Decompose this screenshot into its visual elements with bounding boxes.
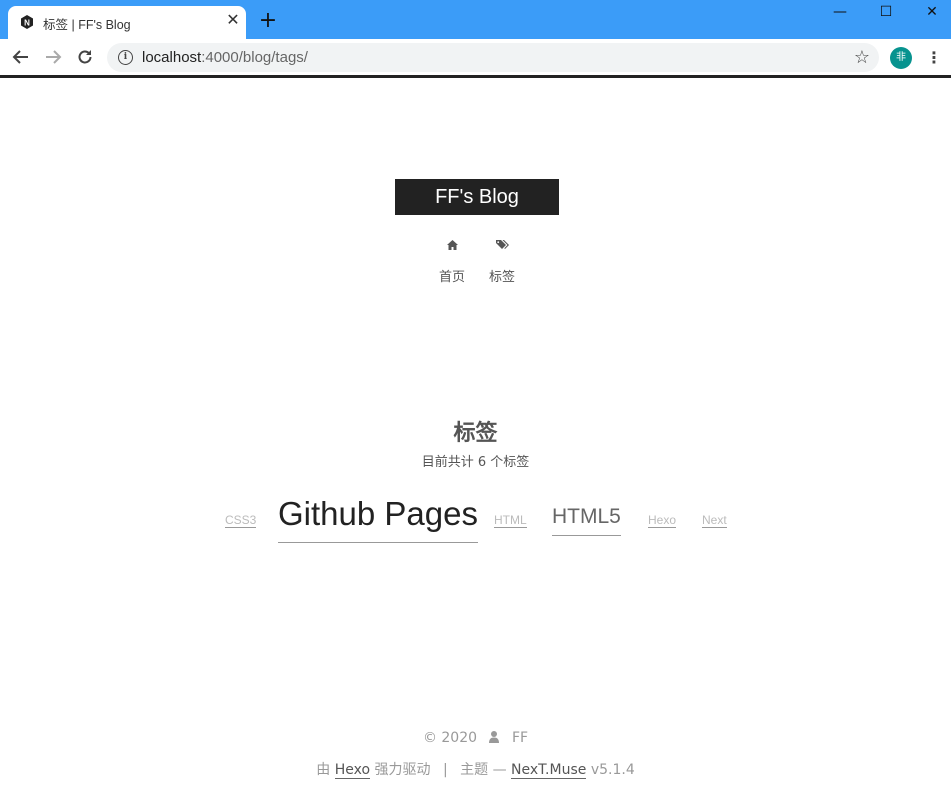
home-icon: [437, 240, 467, 256]
tag-count: 目前共计 6 个标签: [421, 455, 530, 470]
menu-item-label: 首页: [438, 270, 465, 285]
tag-link-html5[interactable]: HTML5: [552, 505, 621, 536]
author-name: FF: [511, 730, 529, 746]
menu-item-home[interactable]: 首页: [437, 240, 467, 285]
back-arrow-icon[interactable]: [9, 46, 33, 68]
user-icon: [489, 731, 500, 743]
browser-toolbar: i localhost:4000/blog/tags/ ☆ 非 ⋮: [0, 39, 951, 75]
powered-suffix: 强力驱动: [374, 762, 431, 778]
theme-prefix: 主题 —: [460, 762, 507, 778]
menu-item-label: 标签: [488, 270, 515, 285]
forward-arrow-icon[interactable]: [41, 46, 65, 68]
page-title: 标签: [453, 421, 498, 446]
powered-prefix: 由: [316, 762, 331, 778]
tag-link-css3[interactable]: CSS3: [225, 513, 257, 528]
tab-close-icon[interactable]: ✕: [224, 11, 242, 29]
site-brand[interactable]: FF's Blog: [395, 179, 559, 215]
theme-link[interactable]: NexT.Muse: [511, 762, 587, 779]
browser-menu-icon[interactable]: ⋮: [924, 47, 944, 69]
bookmark-star-icon[interactable]: ☆: [854, 47, 870, 68]
minimize-button[interactable]: —: [817, 0, 863, 24]
tag-link-next[interactable]: Next: [702, 513, 727, 528]
footer-separator: |: [442, 762, 448, 778]
theme-version: v5.1.4: [590, 762, 635, 778]
tag-link-hexo[interactable]: Hexo: [648, 513, 677, 528]
header-top-line: [0, 75, 951, 78]
next-favicon-icon: N: [21, 15, 33, 29]
address-bar[interactable]: i localhost:4000/blog/tags/ ☆: [107, 43, 879, 72]
reload-icon[interactable]: [73, 46, 97, 68]
tag-link-github-pages[interactable]: Github Pages: [278, 494, 478, 543]
maximize-button[interactable]: ☐: [863, 0, 909, 24]
footer-powered: 由 Hexo 强力驱动 | 主题 — NexT.Muse v5.1.4: [0, 759, 951, 779]
browser-tab[interactable]: N 标签 | FF's Blog ✕: [8, 6, 246, 39]
site-info-icon[interactable]: i: [118, 50, 133, 65]
browser-titlebar: N 标签 | FF's Blog ✕ + — ☐ ✕: [0, 0, 951, 39]
menu-item-tags[interactable]: 标签: [487, 240, 517, 285]
copyright-text: © 2020: [422, 730, 478, 746]
svg-text:N: N: [24, 19, 30, 28]
tag-link-html[interactable]: HTML: [494, 513, 527, 528]
url-text[interactable]: localhost:4000/blog/tags/: [142, 49, 308, 66]
profile-avatar[interactable]: 非: [890, 47, 912, 69]
tab-title: 标签 | FF's Blog: [43, 18, 131, 32]
tags-icon: [487, 240, 517, 256]
hexo-link[interactable]: Hexo: [334, 762, 371, 779]
new-tab-button[interactable]: +: [258, 10, 278, 32]
close-window-button[interactable]: ✕: [909, 0, 951, 24]
footer-copyright: © 2020 FF: [0, 730, 951, 746]
